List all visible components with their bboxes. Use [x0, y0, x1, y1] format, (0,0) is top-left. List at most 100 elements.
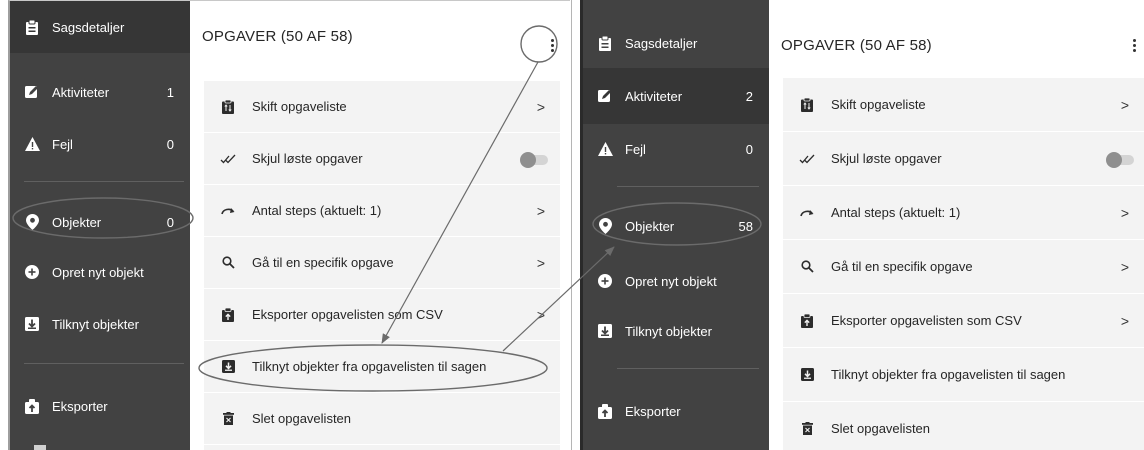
count-badge: 0 [166, 214, 174, 230]
clipboard-icon [597, 35, 613, 51]
menu-item-skjul-loeste-opgaver[interactable]: Skjul løste opgaver [204, 133, 560, 185]
chevron-right-icon: > [1120, 312, 1130, 329]
redo-icon [220, 203, 236, 219]
clipped-icon [34, 445, 46, 450]
page-title: OPGAVER (50 AF 58) [202, 27, 353, 45]
kebab-menu-icon[interactable] [548, 37, 556, 53]
sidebar-item-fejl[interactable]: Fejl 0 [583, 124, 769, 174]
menu-item-skift-opgaveliste[interactable]: Skift opgaveliste > [783, 78, 1144, 132]
sidebar: Sagsdetaljer Aktiviteter 2 Fejl 0 Objekt… [583, 0, 769, 450]
menu-item-gaa-til-opgave[interactable]: Gå til en specifik opgave > [783, 240, 1144, 294]
menu-item-label: Gå til en specifik opgave [831, 259, 973, 274]
sidebar-item-label: Fejl [625, 141, 646, 157]
sidebar: Sagsdetaljer Aktiviteter 1 Fejl 0 Objekt… [10, 1, 190, 450]
warning-icon [24, 136, 40, 152]
menu-item-label: Skjul løste opgaver [831, 151, 942, 166]
panel-divider [571, 0, 572, 450]
menu-item-skjul-loeste-opgaver[interactable]: Skjul løste opgaver [783, 132, 1144, 186]
chevron-right-icon: > [1120, 96, 1130, 113]
menu-item-antal-steps[interactable]: Antal steps (aktuelt: 1) > [204, 185, 560, 237]
hide-solved-toggle[interactable] [520, 151, 548, 168]
menu-item-label: Tilknyt objekter fra opgavelisten til sa… [252, 359, 487, 374]
sidebar-item-objekter[interactable]: Objekter 58 [583, 202, 769, 250]
trash-icon [799, 421, 815, 437]
menu-item-label: Skift opgaveliste [252, 99, 347, 114]
sidebar-item-sagsdetaljer[interactable]: Sagsdetaljer [583, 18, 769, 68]
options-menu: Skift opgaveliste > Skjul løste opgaver … [204, 81, 560, 450]
menu-item-gaa-til-opgave[interactable]: Gå til en specifik opgave > [204, 237, 560, 289]
menu-item-antal-steps[interactable]: Antal steps (aktuelt: 1) > [783, 186, 1144, 240]
menu-item-label: Slet opgavelisten [252, 411, 352, 426]
sidebar-item-eksporter[interactable]: Eksporter [10, 381, 190, 431]
menu-item-label: Gå til en specifik opgave [252, 255, 394, 270]
sidebar-item-label: Sagsdetaljer [52, 19, 125, 35]
sidebar-item-aktiviteter[interactable]: Aktiviteter 2 [583, 68, 769, 124]
sidebar-item-label: Aktiviteter [52, 84, 110, 100]
menu-item-label: Eksporter opgavelisten som CSV [252, 307, 443, 322]
chevron-right-icon: > [536, 98, 546, 115]
edit-icon [597, 88, 613, 104]
double-check-icon [220, 151, 236, 167]
add-circle-icon [597, 273, 613, 289]
count-badge: 0 [745, 141, 753, 157]
download-box-icon [220, 359, 236, 375]
sidebar-item-fejl[interactable]: Fejl 0 [10, 119, 190, 169]
chevron-right-icon: > [1120, 258, 1130, 275]
sidebar-item-tilknyt-objekter[interactable]: Tilknyt objekter [10, 299, 190, 349]
sidebar-item-label: Sagsdetaljer [625, 35, 698, 51]
download-box-icon [799, 367, 815, 383]
download-box-icon [597, 323, 613, 339]
sidebar-item-eksporter[interactable]: Eksporter [583, 386, 769, 436]
menu-item-slet-opgavelisten[interactable]: Slet opgavelisten [783, 402, 1144, 450]
main-panel: OPGAVER (50 AF 58) Skift opgaveliste > S… [190, 1, 570, 450]
chevron-right-icon: > [536, 306, 546, 323]
menu-item-label: Slet opgavelisten [831, 421, 931, 436]
count-badge: 1 [166, 84, 174, 100]
search-icon [799, 259, 815, 275]
menu-item-label: Antal steps (aktuelt: 1) [252, 203, 382, 218]
sidebar-item-objekter[interactable]: Objekter 0 [10, 197, 190, 247]
export-icon [220, 307, 236, 323]
left-screenshot-panel: Sagsdetaljer Aktiviteter 1 Fejl 0 Objekt… [8, 0, 570, 450]
menu-item-eksporter-csv[interactable]: Eksporter opgavelisten som CSV > [783, 294, 1144, 348]
count-badge: 2 [745, 88, 753, 104]
chevron-right-icon: > [536, 202, 546, 219]
menu-item-eksporter-csv[interactable]: Eksporter opgavelisten som CSV > [204, 289, 560, 341]
export-icon [799, 313, 815, 329]
menu-item-tilknyt-objekter[interactable]: Tilknyt objekter fra opgavelisten til sa… [204, 341, 560, 393]
sidebar-item-sagsdetaljer[interactable]: Sagsdetaljer [10, 1, 190, 53]
sidebar-item-label: Objekter [625, 218, 675, 234]
sidebar-item-label: Aktiviteter [625, 88, 683, 104]
location-pin-icon [597, 218, 613, 234]
switch-list-icon [799, 97, 815, 113]
page-header: OPGAVER (50 AF 58) [190, 1, 570, 71]
sidebar-item-tilknyt-objekter[interactable]: Tilknyt objekter [583, 306, 769, 356]
menu-item-label: Eksporter opgavelisten som CSV [831, 313, 1022, 328]
menu-item-slet-opgavelisten[interactable]: Slet opgavelisten [204, 393, 560, 445]
sidebar-item-label: Opret nyt objekt [625, 273, 717, 289]
count-badge: 58 [738, 218, 753, 234]
kebab-menu-icon[interactable] [1130, 37, 1138, 53]
menu-item-tilknyt-objekter[interactable]: Tilknyt objekter fra opgavelisten til sa… [783, 348, 1144, 402]
sidebar-item-label: Tilknyt objekter [625, 323, 712, 339]
redo-icon [799, 205, 815, 221]
options-menu: Skift opgaveliste > Skjul løste opgaver … [783, 78, 1144, 450]
sidebar-item-opret-nyt-objekt[interactable]: Opret nyt objekt [583, 256, 769, 306]
main-panel: OPGAVER (50 AF 58) Skift opgaveliste > S… [769, 0, 1144, 450]
sidebar-divider [24, 363, 184, 364]
sidebar-item-opret-nyt-objekt[interactable]: Opret nyt objekt [10, 247, 190, 297]
page-title: OPGAVER (50 AF 58) [781, 36, 932, 54]
warning-icon [597, 141, 613, 157]
sidebar-item-label: Opret nyt objekt [52, 264, 144, 280]
export-icon [24, 398, 40, 414]
search-icon [220, 255, 236, 271]
menu-item-skift-opgaveliste[interactable]: Skift opgaveliste > [204, 81, 560, 133]
sidebar-item-aktiviteter[interactable]: Aktiviteter 1 [10, 67, 190, 117]
switch-list-icon [220, 99, 236, 115]
hide-solved-toggle[interactable] [1106, 151, 1134, 168]
sidebar-divider [617, 368, 759, 369]
sidebar-item-label: Fejl [52, 136, 73, 152]
export-icon [597, 403, 613, 419]
sidebar-item-label: Eksporter [625, 403, 681, 419]
sidebar-divider [617, 186, 759, 187]
